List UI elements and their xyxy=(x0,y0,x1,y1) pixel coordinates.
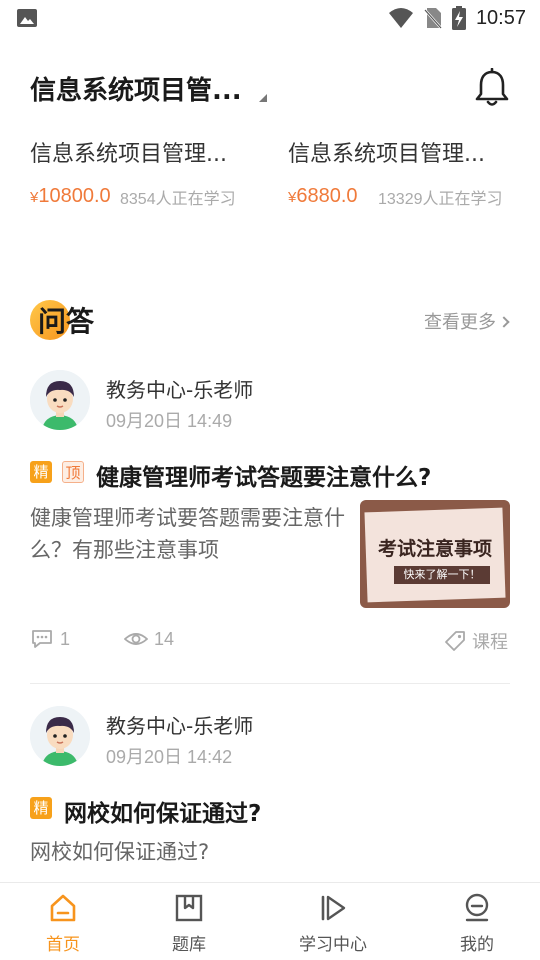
image-notification-icon xyxy=(17,9,37,27)
course-card[interactable]: 信息系统项目管理... ¥6880.0 13329人正在学习 xyxy=(288,136,518,242)
pinned-tag: 顶 xyxy=(62,461,84,483)
dropdown-caret-icon[interactable] xyxy=(259,94,267,102)
thumbnail-subtitle: 快来了解一下！ xyxy=(394,566,490,584)
no-sim-icon xyxy=(424,8,442,29)
nav-label: 题库 xyxy=(172,935,206,955)
nav-question-bank[interactable]: 题库 xyxy=(126,883,252,960)
course-name: 信息系统项目管理... xyxy=(288,142,485,167)
nav-label: 学习中心 xyxy=(299,935,367,955)
featured-tag: 精 xyxy=(30,461,52,483)
avatar[interactable] xyxy=(30,370,90,430)
clock: 10:57 xyxy=(475,6,526,29)
wifi-icon xyxy=(388,8,413,28)
divider xyxy=(30,683,510,684)
post-body[interactable]: 网校如何保证通过? xyxy=(30,836,510,868)
bottom-nav: 首页 题库 学习中心 我的 xyxy=(0,882,540,960)
view-count: 14 xyxy=(124,628,174,650)
battery-charging-icon xyxy=(451,6,466,30)
comment-icon xyxy=(32,630,52,648)
comment-count[interactable]: 1 xyxy=(30,628,70,650)
thumbnail-title: 考试注意事项 xyxy=(377,538,492,560)
bookmark-book-icon xyxy=(175,894,203,922)
bell-icon[interactable] xyxy=(474,68,510,108)
nav-home[interactable]: 首页 xyxy=(0,883,126,960)
course-name: 信息系统项目管理... xyxy=(30,142,227,167)
teacher-avatar-icon xyxy=(30,706,90,766)
eye-icon xyxy=(124,633,148,645)
post-time: 09月20日 14:49 xyxy=(106,411,233,431)
learner-count: 13329人正在学习 xyxy=(378,191,503,208)
nav-learning-center[interactable]: 学习中心 xyxy=(270,883,396,960)
course-card[interactable]: 信息系统项目管理... ¥10800.0 8354人正在学习 xyxy=(30,136,260,242)
home-icon xyxy=(50,894,76,922)
nav-profile[interactable]: 我的 xyxy=(414,883,540,960)
avatar[interactable] xyxy=(30,706,90,766)
course-price: ¥6880.0 xyxy=(288,185,358,207)
featured-tag: 精 xyxy=(30,797,52,819)
status-bar: 10:57 xyxy=(0,0,540,36)
post-stats: 1 14 课程 xyxy=(30,628,510,654)
nav-label: 我的 xyxy=(460,935,494,955)
section-title: 问答 xyxy=(38,305,95,338)
learner-count: 8354人正在学习 xyxy=(120,191,236,208)
post-author: 教务中心-乐老师 xyxy=(106,378,254,402)
chevron-right-icon xyxy=(498,316,510,328)
post-author: 教务中心-乐老师 xyxy=(106,714,254,738)
profile-icon xyxy=(465,893,489,922)
play-icon xyxy=(321,895,346,921)
teacher-avatar-icon xyxy=(30,370,90,430)
course-selector-title[interactable]: 信息系统项目管... xyxy=(30,70,242,107)
nav-label: 首页 xyxy=(46,935,80,955)
post-title[interactable]: 网校如何保证通过? xyxy=(64,794,261,828)
post-category[interactable]: 课程 xyxy=(444,628,508,654)
see-more-link[interactable]: 查看更多 xyxy=(424,308,510,334)
course-price: ¥10800.0 xyxy=(30,185,111,207)
post-body[interactable]: 健康管理师考试要答题需要注意什么？有那些注意事项 xyxy=(30,502,350,566)
post-thumbnail[interactable]: 考试注意事项 快来了解一下！ xyxy=(360,500,510,608)
tag-icon xyxy=(445,631,465,651)
post-title[interactable]: 健康管理师考试答题要注意什么? xyxy=(96,458,431,492)
post-time: 09月20日 14:42 xyxy=(106,747,233,767)
